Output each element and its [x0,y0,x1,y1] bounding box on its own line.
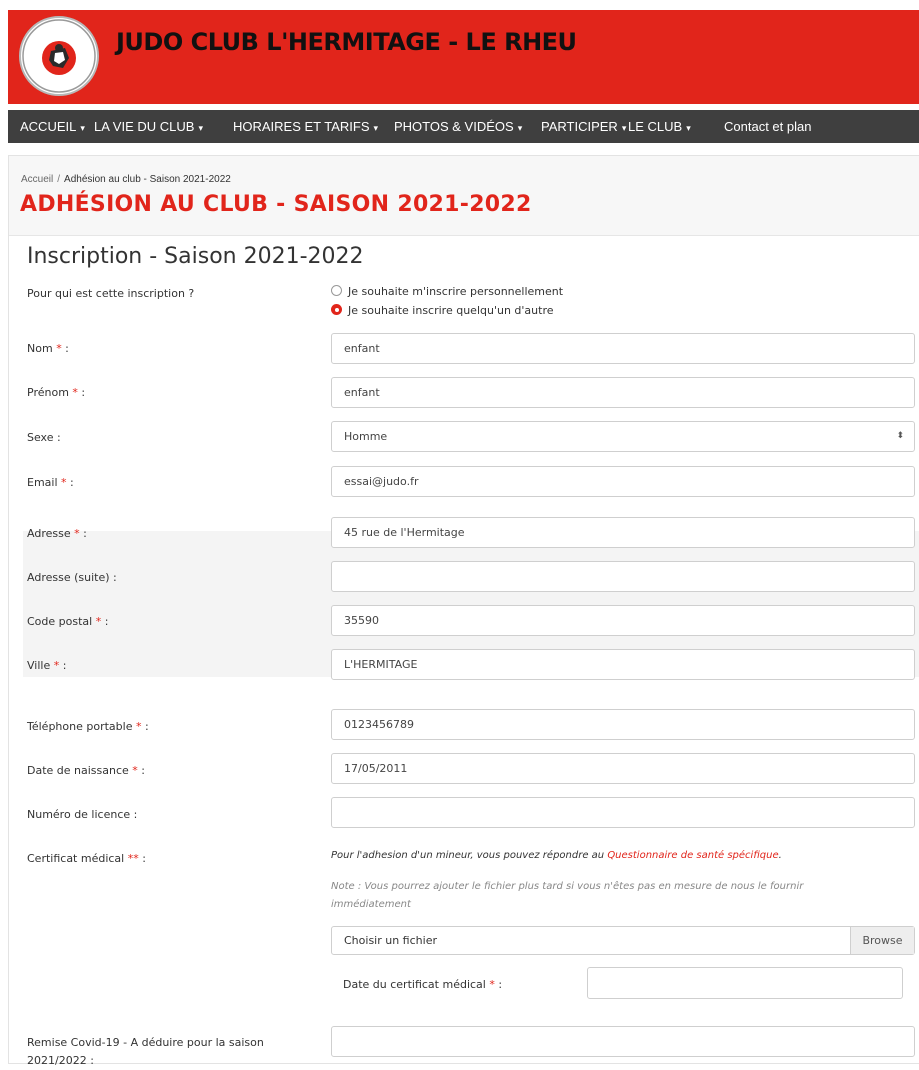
email-input[interactable]: essai@judo.fr [331,466,915,497]
certificat-label: Certificat médical ** : [27,852,146,865]
adresse-suite-label: Adresse (suite) : [27,571,117,584]
main-navbar: ACCUEIL ▾ LA VIE DU CLUB ▾ HORAIRES ET TAR… [8,110,919,143]
licence-label: Numéro de licence : [27,808,138,821]
certificat-date-input[interactable] [587,967,903,999]
certificat-file-input[interactable]: Choisir un fichier Browse [331,926,915,955]
remise-label: Remise Covid-19 - A déduire pour la sais… [27,1036,264,1067]
caret-down-icon: ▾ [686,123,691,133]
page-title: ADHÉSION AU CLUB - SAISON 2021-2022 [20,192,532,217]
telephone-label: Téléphone portable * : [27,720,149,733]
nav-item-vie-du-club[interactable]: LA VIE DU CLUB ▾ [94,110,203,143]
ville-label: Ville * : [27,659,67,672]
code-postal-input[interactable]: 35590 [331,605,915,636]
nav-item-photos-videos[interactable]: PHOTOS & VIDÉOS ▾ [394,110,522,143]
email-label: Email * : [27,476,74,489]
radio-unchecked-icon[interactable] [331,285,342,296]
nav-item-horaires-tarifs[interactable]: HORAIRES ET TARIFS ▾ [233,110,378,143]
breadcrumb-home[interactable]: Accueil [21,174,53,185]
sexe-label: Sexe : [27,431,61,444]
telephone-input[interactable]: 0123456789 [331,709,915,740]
breadcrumb: Accueil / Adhésion au club - Saison 2021-2… [21,174,231,185]
radio-option-self[interactable]: Je souhaite m'inscrire personnellement [331,285,563,298]
radio-option-other[interactable]: Je souhaite inscrire quelqu'un d'autre [331,304,554,317]
licence-input[interactable] [331,797,915,828]
certificat-date-label: Date du certificat médical * : [343,978,503,991]
questionnaire-link[interactable]: Questionnaire de santé spécifique [607,850,778,861]
adresse-input[interactable]: 45 rue de l'Hermitage [331,517,915,548]
naissance-label: Date de naissance * : [27,764,145,777]
remise-input[interactable] [331,1026,915,1057]
nav-item-participer[interactable]: PARTICIPER ▾ [541,110,626,143]
nom-input[interactable]: enfant [331,333,915,364]
form-title: Inscription - Saison 2021-2022 [27,244,364,269]
adresse-label: Adresse * : [27,527,87,540]
site-header: JUDO CLUB L'HERMITAGE - LE RHEU [8,10,919,104]
caret-down-icon: ▾ [373,123,379,133]
caret-down-icon: ▾ [621,123,627,133]
nav-item-le-club[interactable]: LE CLUB ▾ [628,110,691,143]
breadcrumb-separator: / [57,174,61,185]
certificat-note: Pour l'adhesion d'un mineur, vous pouvez… [331,850,782,861]
adresse-suite-input[interactable] [331,561,915,592]
page-header: Accueil / Adhésion au club - Saison 2021-2… [9,156,919,236]
caret-down-icon: ▾ [198,123,203,133]
main-content: Accueil / Adhésion au club - Saison 2021-2… [8,155,919,1067]
select-arrows-icon: ⬍ [896,431,904,441]
club-logo[interactable] [19,16,99,96]
ville-input[interactable]: L'HERMITAGE [331,649,915,680]
radio-checked-icon[interactable] [331,304,342,315]
site-title[interactable]: JUDO CLUB L'HERMITAGE - LE RHEU [116,28,577,56]
code-postal-label: Code postal * : [27,615,109,628]
caret-down-icon: ▾ [517,123,523,133]
naissance-input[interactable]: 17/05/2011 [331,753,915,784]
browse-button[interactable]: Browse [850,927,914,954]
nom-label: Nom * : [27,342,69,355]
prenom-input[interactable]: enfant [331,377,915,408]
sexe-select[interactable]: Homme ⬍ [331,421,915,452]
certificat-note-later: Note : Vous pourrez ajouter le fichier p… [331,881,804,910]
caret-down-icon: ▾ [80,123,85,133]
breadcrumb-current: Adhésion au club - Saison 2021-2022 [64,174,231,185]
nav-item-accueil[interactable]: ACCUEIL ▾ [20,110,85,143]
nav-item-contact[interactable]: Contact et plan [724,110,811,143]
file-placeholder: Choisir un fichier [344,934,437,947]
prenom-label: Prénom * : [27,386,86,399]
who-label: Pour qui est cette inscription ? [27,287,195,300]
